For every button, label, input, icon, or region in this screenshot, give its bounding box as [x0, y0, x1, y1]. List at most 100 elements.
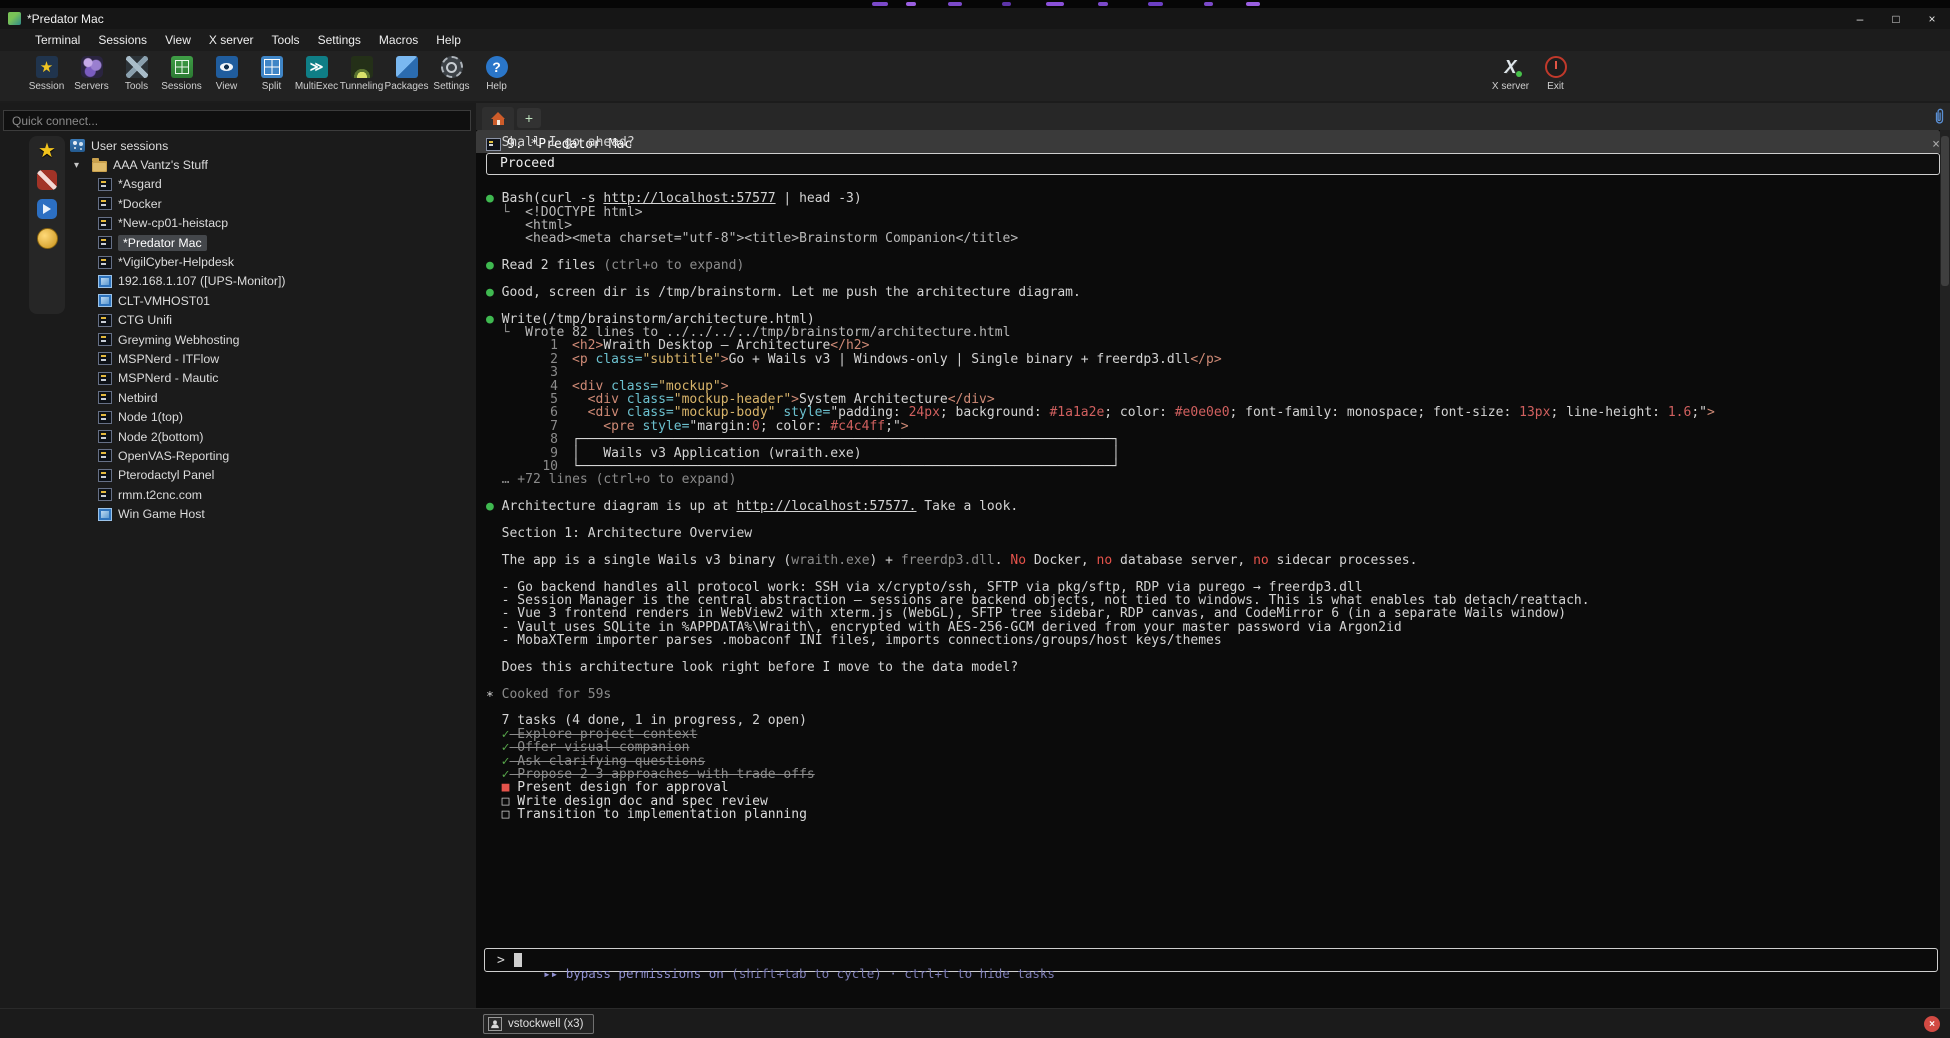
ssh-icon	[98, 469, 112, 482]
tree-item-clt-vmhost01[interactable]: CLT-VMHOST01	[56, 291, 472, 310]
toolbar-session-button[interactable]: Session	[24, 54, 69, 92]
macro-icon[interactable]	[37, 228, 58, 249]
tree-item-label: Win Game Host	[118, 507, 205, 521]
menu-macros[interactable]: Macros	[370, 31, 427, 49]
bypass-text: bypass permissions on	[566, 966, 724, 981]
menu-terminal[interactable]: Terminal	[26, 31, 89, 49]
minimize-button[interactable]: –	[1842, 8, 1878, 29]
bypass-tail: · ctrl+t to hide tasks	[882, 966, 1055, 981]
tree-item-asgard[interactable]: *Asgard	[56, 175, 472, 194]
send-icon[interactable]	[37, 199, 57, 219]
tree-item-ctg-unifi[interactable]: CTG Unifi	[56, 311, 472, 330]
disconnect-icon[interactable]	[37, 170, 57, 190]
code-line: 2<p class="subtitle">Go + Wails v3 | Win…	[486, 353, 1940, 366]
tools-icon	[126, 56, 148, 78]
task-item: ✓ Propose 2-3 approaches with trade-offs	[486, 768, 1940, 781]
tree-item-label: AAA Vantz's Stuff	[113, 158, 208, 172]
toolbar-settings-button[interactable]: Settings	[429, 54, 474, 92]
toolbar-servers-button[interactable]: Servers	[69, 54, 114, 92]
terminal-line: - Vue 3 frontend renders in WebView2 wit…	[486, 607, 1940, 620]
text-segment: ; font-family: monospace; font-size:	[1230, 405, 1520, 420]
tab-home[interactable]	[482, 107, 514, 130]
tree-item-rmm-t2cnc-com[interactable]: rmm.t2cnc.com	[56, 485, 472, 504]
sidebar: User sessions ▾ AAA Vantz's Stuff *Asgard *D…	[0, 103, 476, 1008]
tree-item-predator-mac[interactable]: *Predator Mac	[56, 233, 472, 252]
terminal-blank-line	[486, 540, 1940, 553]
sessions-icon	[171, 56, 193, 78]
menu-sessions[interactable]: Sessions	[89, 31, 156, 49]
line-number: 3	[486, 366, 558, 379]
bypass-permissions-line: ▸▸ bypass permissions on (shift+tab to c…	[498, 951, 1055, 996]
tree-item-win-game-host[interactable]: Win Game Host	[56, 504, 472, 523]
toolbar-split-button[interactable]: Split	[249, 54, 294, 92]
tree-item-vigilcyber-helpdesk[interactable]: *VigilCyber-Helpdesk	[56, 252, 472, 271]
menu-help[interactable]: Help	[427, 31, 470, 49]
maximize-button[interactable]: □	[1878, 8, 1914, 29]
line-number: 8	[486, 433, 558, 446]
tree-item-new-cp01-heistacp[interactable]: *New-cp01-heistacp	[56, 214, 472, 233]
terminal-blank-line	[486, 299, 1940, 312]
toolbar-multiexec-button[interactable]: MultiExec	[294, 54, 339, 92]
toolbar-packages-button[interactable]: Packages	[384, 54, 429, 92]
tree-item-mspnerd-mautic[interactable]: MSPNerd - Mautic	[56, 369, 472, 388]
background-window-sliver	[0, 0, 1950, 8]
fast-forward-icon: ▸▸	[543, 966, 566, 981]
session-user-button[interactable]: vstockwell (x3)	[483, 1014, 594, 1034]
text-segment: "subtitle"	[642, 352, 720, 367]
text-segment: ; background:	[940, 405, 1050, 420]
task-item: ■ Present design for approval	[486, 781, 1940, 794]
alert-close-icon[interactable]: ×	[1924, 1016, 1940, 1032]
toolbar-exit-button[interactable]: Exit	[1533, 54, 1578, 92]
tree-item-mspnerd-itflow[interactable]: MSPNerd - ITFlow	[56, 349, 472, 368]
tree-item-aaa-vantz-s-stuff[interactable]: ▾ AAA Vantz's Stuff	[56, 155, 472, 174]
view-icon	[216, 56, 238, 78]
toolbar-sessions-button[interactable]: Sessions	[159, 54, 204, 92]
terminal-area: 7. *Predator Mac×8. *Docker×9. *Predator…	[476, 103, 1950, 1008]
tree-item-pterodactyl-panel[interactable]: Pterodactyl Panel	[56, 466, 472, 485]
title-bar[interactable]: *Predator Mac – □ ×	[0, 8, 1950, 29]
toolbar-tools-button[interactable]: Tools	[114, 54, 159, 92]
code-line: 1<h2>Wraith Desktop — Architecture</h2>	[486, 339, 1940, 352]
menu-tools[interactable]: Tools	[263, 31, 309, 49]
tree-item-greyming-webhosting[interactable]: Greyming Webhosting	[56, 330, 472, 349]
code-line: 8┌──────────────────────────────────────…	[486, 433, 1940, 446]
tree-item-openvas-reporting[interactable]: OpenVAS-Reporting	[56, 446, 472, 465]
menu-x-server[interactable]: X server	[200, 31, 263, 49]
terminal-link[interactable]: http://localhost:57577.	[736, 499, 916, 514]
attachment-icon[interactable]	[1933, 108, 1946, 125]
tree-item-netbird[interactable]: Netbird	[56, 388, 472, 407]
text-segment: Docker,	[1026, 553, 1096, 568]
text-segment: ; line-height:	[1550, 405, 1667, 420]
tree-item-node-1-top[interactable]: Node 1(top)	[56, 407, 472, 426]
toolbar-view-button[interactable]: View	[204, 54, 249, 92]
text-segment: #1a1a2e	[1049, 405, 1104, 420]
terminal-line: Does this architecture look right before…	[486, 661, 1940, 674]
quick-connect-input[interactable]	[3, 110, 471, 131]
menu-settings[interactable]: Settings	[309, 31, 370, 49]
settings-icon	[441, 56, 463, 78]
tree-item-label: MSPNerd - ITFlow	[118, 352, 219, 366]
toolbar-x-server-button[interactable]: X server	[1488, 54, 1533, 92]
packages-icon	[396, 56, 418, 78]
new-tab-button[interactable]: +	[517, 108, 541, 128]
terminal-scrollbar[interactable]	[1940, 130, 1950, 1008]
toolbar-tunneling-button[interactable]: Tunneling	[339, 54, 384, 92]
toolbar-help-button[interactable]: Help	[474, 54, 519, 92]
terminal-line: └ Wrote 82 lines to ../../../../tmp/brai…	[486, 326, 1940, 339]
ssh-icon	[98, 197, 112, 210]
tree-item-label: 192.168.1.107 ([UPS-Monitor])	[118, 274, 285, 288]
text-segment: ; color:	[1104, 405, 1174, 420]
chevron-down-icon[interactable]: ▾	[74, 160, 86, 171]
terminal[interactable]: Shall I go ahead?Proceed● Bash(curl -s h…	[476, 130, 1940, 1008]
star-icon[interactable]	[36, 139, 58, 161]
menu-view[interactable]: View	[156, 31, 200, 49]
sessions-tree: User sessions ▾ AAA Vantz's Stuff *Asgard *D…	[56, 136, 472, 1004]
tool-bullet-icon: ●	[486, 258, 502, 273]
tree-item-label: *Docker	[118, 197, 162, 211]
close-button[interactable]: ×	[1914, 8, 1950, 29]
tree-item-user-sessions[interactable]: User sessions	[56, 136, 472, 155]
tree-item-192-168-1-107-ups-monitor[interactable]: 192.168.1.107 ([UPS-Monitor])	[56, 272, 472, 291]
tree-item-node-2-bottom[interactable]: Node 2(bottom)	[56, 427, 472, 446]
scrollbar-thumb[interactable]	[1941, 136, 1949, 286]
tree-item-docker[interactable]: *Docker	[56, 194, 472, 213]
